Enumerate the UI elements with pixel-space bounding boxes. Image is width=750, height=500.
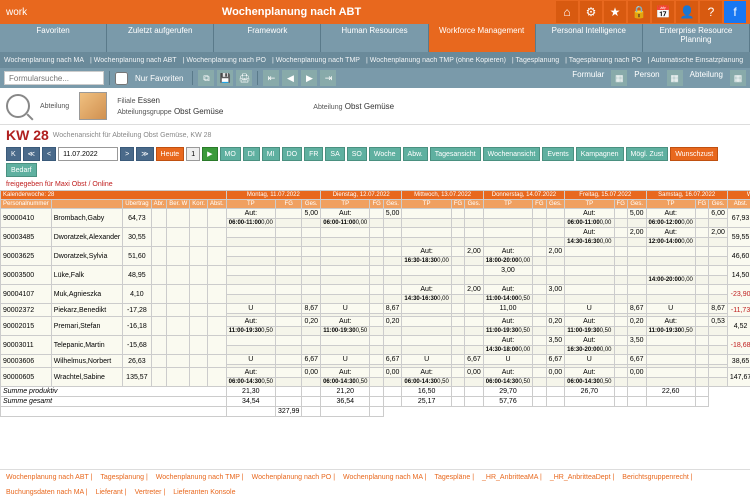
tb-right-1[interactable]: Person [630,70,663,86]
footer-link-9[interactable]: Buchungsdaten nach MA | [6,489,88,496]
ctrl-btn-1[interactable]: ≪ [23,147,40,161]
tab-5[interactable]: Personal Intelligence [536,24,643,52]
ctrl-btn-0[interactable]: K [6,147,21,161]
footer-link-10[interactable]: Lieferant | [96,489,127,496]
footer-link-1[interactable]: Tagesplanung | [100,474,147,481]
sublink-7[interactable]: | Automatische Einsatzplanung [648,57,744,64]
footer-link-3[interactable]: Wochenplanung nach PO | [252,474,335,481]
footer-link-6[interactable]: _HR_AnbritteaMA | [482,474,542,481]
tab-1[interactable]: Zuletzt aufgerufen [107,24,214,52]
filter-row: Abteilung Filiale Essen Abteilungsgruppe… [0,88,750,125]
sublink-3[interactable]: | Wochenplanung nach TMP [272,57,360,64]
ctrl-btn-11[interactable]: MI [262,147,280,161]
sublink-2[interactable]: | Wochenplanung nach PO [183,57,266,64]
ctrl-btn-17[interactable]: Abw. [403,147,428,161]
user-icon[interactable]: 👤 [676,1,698,23]
ctrl-btn-21[interactable]: Kampagnen [576,147,624,161]
ctrl-btn-10[interactable]: DI [243,147,260,161]
ctrl-btn-16[interactable]: Woche [369,147,401,161]
tb-save-icon[interactable]: 💾 [217,70,233,86]
abt-label: Abteilung [40,103,69,110]
avatar [79,92,107,120]
tab-4[interactable]: Workforce Management [429,24,536,52]
sub-nav: Wochenplanung nach MA | Wochenplanung nac… [0,52,750,68]
ctrl-btn-20[interactable]: Events [542,147,573,161]
toolbar-right: Formular▦Person▦Abteilung▦ [568,70,746,86]
release-note: freigegeben für Maxi Obst / Online [0,179,750,190]
tab-0[interactable]: Favoriten [0,24,107,52]
schedule-table: Kalenderwoche: 28Montag, 11.07.2022Diens… [0,190,750,417]
footer-link-4[interactable]: Wochenplanung nach MA | [343,474,426,481]
gear-icon[interactable]: ⚙ [580,1,602,23]
ctrl-btn-6[interactable]: Heute [156,147,185,161]
footer-link-0[interactable]: Wochenplanung nach ABT | [6,474,92,481]
ctrl-btn-3[interactable]: 11.07.2022 [58,147,118,161]
calendar-icon[interactable]: 📅 [652,1,674,23]
help-icon[interactable]: ? [700,1,722,23]
search-icon[interactable] [6,94,30,118]
lock-icon[interactable]: 🔒 [628,1,650,23]
tb-nav-prev-icon[interactable]: ◀ [282,70,298,86]
ctrl-btn-23[interactable]: Wunschzust [670,147,718,161]
week-subtitle: Wochenansicht für Abteilung Obst Gemüse,… [53,132,212,139]
sublink-5[interactable]: | Tagesplanung [512,57,559,64]
tb-nav-first-icon[interactable]: ⇤ [263,70,279,86]
ctrl-btn-12[interactable]: DO [282,147,303,161]
facebook-icon[interactable]: f [724,1,746,23]
sublink-4[interactable]: | Wochenplanung nach TMP (ohne Kopieren) [366,57,506,64]
ctrl-btn-19[interactable]: Wochenansicht [483,147,541,161]
ctrl-btn-15[interactable]: SO [347,147,367,161]
ctrl-btn-14[interactable]: SA [325,147,344,161]
tb-copy-icon[interactable]: ⧉ [198,70,214,86]
footer-link-7[interactable]: _HR_AnbritteaDept | [550,474,614,481]
footer-link-12[interactable]: Lieferanten Konsole [173,489,235,496]
sublink-1[interactable]: | Wochenplanung nach ABT [90,57,177,64]
table-head: Kalenderwoche: 28Montag, 11.07.2022Diens… [1,191,750,209]
footer-link-11[interactable]: Vertreter | [135,489,166,496]
sublink-6[interactable]: | Tagesplanung nach PO [565,57,641,64]
ctrl-btn-8[interactable]: ▶ [202,147,217,161]
tab-2[interactable]: Framework [214,24,321,52]
ctrl-btn-18[interactable]: Tagesansicht [430,147,481,161]
ctrl-btn-4[interactable]: > [120,147,134,161]
footer-link-2[interactable]: Wochenplanung nach TMP | [156,474,244,481]
tb-print-icon[interactable]: 🖨 [236,70,252,86]
tb-right-2[interactable]: Abteilung [686,70,727,86]
search-input[interactable] [4,71,104,85]
ctrl-btn-24[interactable]: Bedarf [6,163,37,177]
week-number: KW 28 [6,127,49,143]
ctrl-btn-9[interactable]: MO [220,147,241,161]
toolbar: Nur Favoriten ⧉ 💾 🖨 ⇤ ◀ ▶ ⇥ Formular▦Per… [0,68,750,88]
ctrl-btn-7[interactable]: 1 [186,147,200,161]
header-icons: ⌂ ⚙ ★ 🔒 📅 👤 ? f [556,1,750,23]
footer-link-8[interactable]: Berichtsgruppenrecht | [622,474,692,481]
app-name: work [0,7,27,18]
top-tabs: FavoritenZuletzt aufgerufenFrameworkHuma… [0,24,750,52]
footer-link-5[interactable]: Tagespläne | [434,474,474,481]
tab-3[interactable]: Human Resources [321,24,428,52]
sublink-0[interactable]: Wochenplanung nach MA [4,57,84,64]
star-icon[interactable]: ★ [604,1,626,23]
ctrl-btn-13[interactable]: FR [304,147,323,161]
control-row: K≪<11.07.2022>≫Heute1▶MODIMIDOFRSASOWoch… [0,145,750,179]
tab-6[interactable]: Enterprise Resource Planning [643,24,750,52]
tb-right-0[interactable]: Formular [568,70,608,86]
week-row: KW 28 Wochenansicht für Abteilung Obst G… [0,125,750,145]
tb-nav-last-icon[interactable]: ⇥ [320,70,336,86]
tb-right-btn-1[interactable]: ▦ [667,70,683,86]
favorites-checkbox[interactable] [115,72,128,85]
ctrl-btn-2[interactable]: < [42,147,56,161]
table-body: 90000410Brombach,Gaby64,73Aut:5,00Aut:5,… [1,209,750,417]
tb-right-btn-2[interactable]: ▦ [730,70,746,86]
tb-nav-next-icon[interactable]: ▶ [301,70,317,86]
schedule-table-wrap[interactable]: Kalenderwoche: 28Montag, 11.07.2022Diens… [0,190,750,470]
app-header: work Wochenplanung nach ABT ⌂ ⚙ ★ 🔒 📅 👤 … [0,0,750,24]
tb-right-btn-0[interactable]: ▦ [611,70,627,86]
favorites-label: Nur Favoriten [131,74,187,83]
ctrl-btn-22[interactable]: Mögl. Zust [626,147,669,161]
ctrl-btn-5[interactable]: ≫ [136,147,153,161]
footer-links: Wochenplanung nach ABT | Tagesplanung | Wo… [0,469,750,500]
page-title: Wochenplanung nach ABT [27,6,556,18]
home-icon[interactable]: ⌂ [556,1,578,23]
